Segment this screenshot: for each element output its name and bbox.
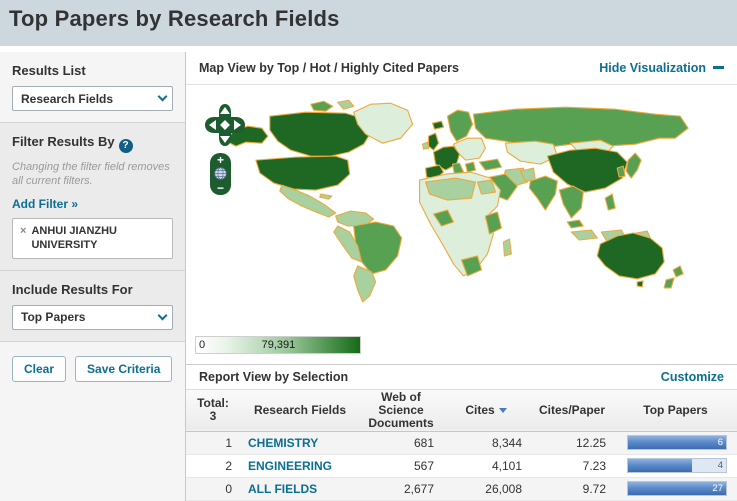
filter-note: Changing the filter field removes all cu… — [12, 160, 170, 188]
page: Top Papers by Research Fields Results Li… — [0, 0, 737, 501]
zoom-out-icon[interactable]: − — [217, 182, 224, 194]
row-field: ALL FIELDS — [240, 477, 360, 501]
clear-button[interactable]: Clear — [12, 355, 67, 382]
report-view-header: Report View by Selection Customize — [186, 364, 737, 389]
research-fields-header[interactable]: Research Fields — [240, 388, 360, 432]
filter-header-label: Filter Results By — [12, 134, 115, 149]
cites-header-label: Cites — [465, 402, 495, 417]
include-results-dropdown[interactable]: Top Papers — [12, 304, 173, 330]
results-list-value: Research Fields — [21, 91, 114, 106]
chevron-down-icon — [157, 91, 168, 102]
field-link[interactable]: ALL FIELDS — [248, 482, 317, 496]
map-pan-control[interactable] — [202, 103, 248, 147]
sidebar: Results List Research Fields Filter Resu… — [0, 52, 186, 501]
sort-desc-icon — [498, 407, 507, 413]
map-zoom-control[interactable]: + − — [210, 152, 231, 195]
top-papers-bar-fill — [628, 436, 726, 450]
report-view-title: Report View by Selection — [199, 370, 349, 385]
zoom-in-icon[interactable]: + — [217, 154, 224, 166]
filter-section: Filter Results By? Changing the filter f… — [0, 122, 185, 270]
map-legend: 0 79,391 — [195, 336, 361, 355]
content: Results List Research Fields Filter Resu… — [0, 52, 737, 501]
report-table: Total: 3 Research Fields Web of Science … — [186, 388, 737, 501]
filter-header: Filter Results By? — [12, 134, 173, 153]
top-papers-bar: 6 — [627, 435, 727, 451]
top-papers-bar-fill — [628, 459, 692, 473]
row-field: ENGINEERING — [240, 454, 360, 478]
include-results-label: Include Results For — [12, 281, 133, 297]
row-cites-per-paper: 7.23 — [530, 454, 614, 478]
filter-tag-label: ANHUI JIANZHU UNIVERSITY — [31, 225, 117, 252]
table-header-row: Total: 3 Research Fields Web of Science … — [186, 388, 737, 432]
top-papers-bar: 4 — [627, 458, 727, 474]
row-cites: 26,008 — [442, 477, 530, 501]
row-cites-per-paper: 9.72 — [530, 477, 614, 501]
results-list-label: Results List — [12, 63, 86, 78]
table-row: 1 CHEMISTRY 681 8,344 12.25 6 — [186, 431, 737, 455]
customize-link[interactable]: Customize — [661, 370, 724, 384]
table-row: 2 ENGINEERING 567 4,101 7.23 4 — [186, 454, 737, 478]
world-map[interactable]: + − 0 79,391 — [186, 84, 737, 365]
page-title: Top Papers by Research Fields — [9, 6, 340, 31]
titlebar: Top Papers by Research Fields — [0, 0, 737, 46]
cites-header-sorted[interactable]: Cites — [442, 388, 530, 432]
world-map-svg — [225, 99, 689, 302]
sidebar-buttons-section: Clear Save Criteria — [0, 340, 185, 501]
globe-icon[interactable] — [214, 167, 227, 180]
cites-per-paper-header[interactable]: Cites/Paper — [530, 388, 614, 432]
map-view-header: Map View by Top / Hot / Highly Cited Pap… — [186, 52, 737, 85]
results-list-section: Results List Research Fields — [0, 52, 185, 122]
top-papers-value: 4 — [717, 460, 723, 472]
top-papers-value: 6 — [717, 437, 723, 449]
include-results-section: Include Results For Top Papers — [0, 269, 185, 341]
field-link[interactable]: ENGINEERING — [248, 459, 332, 473]
row-cites: 4,101 — [442, 454, 530, 478]
add-filter-link[interactable]: Add Filter » — [12, 197, 78, 211]
help-icon[interactable]: ? — [118, 138, 133, 153]
map-view-title: Map View by Top / Hot / Highly Cited Pap… — [199, 60, 459, 75]
row-cites: 8,344 — [442, 431, 530, 455]
row-wos-docs: 2,677 — [360, 477, 442, 501]
top-papers-value: 27 — [712, 483, 723, 495]
remove-filter-icon[interactable]: × — [20, 225, 26, 237]
results-list-dropdown[interactable]: Research Fields — [12, 86, 173, 111]
hide-visualization-link[interactable]: Hide Visualization — [599, 61, 724, 75]
top-papers-bar-fill — [628, 482, 726, 496]
top-papers-bar: 27 — [627, 481, 727, 497]
wos-documents-header-line2: Documents — [368, 415, 434, 430]
include-results-value: Top Papers — [21, 310, 86, 325]
total-value: 3 — [209, 409, 217, 424]
row-cites-per-paper: 12.25 — [530, 431, 614, 455]
row-rank: 1 — [186, 431, 240, 455]
row-field: CHEMISTRY — [240, 431, 360, 455]
table-row: 0 ALL FIELDS 2,677 26,008 9.72 27 — [186, 477, 737, 501]
row-rank: 2 — [186, 454, 240, 478]
row-top-papers: 4 — [614, 454, 737, 478]
row-top-papers: 6 — [614, 431, 737, 455]
top-papers-header[interactable]: Top Papers — [614, 388, 737, 432]
legend-min-value: 0 — [199, 339, 206, 352]
row-wos-docs: 681 — [360, 431, 442, 455]
hide-visualization-label: Hide Visualization — [599, 60, 706, 75]
main-panel: Map View by Top / Hot / Highly Cited Pap… — [186, 52, 737, 501]
chevron-down-icon — [157, 310, 168, 321]
total-header: Total: 3 — [186, 388, 240, 432]
save-criteria-button[interactable]: Save Criteria — [75, 355, 173, 382]
minus-icon — [713, 66, 724, 70]
legend-max-value: 79,391 — [261, 339, 296, 352]
row-wos-docs: 567 — [360, 454, 442, 478]
row-top-papers: 27 — [614, 477, 737, 501]
wos-documents-header[interactable]: Web of Science Documents — [360, 388, 442, 432]
field-link[interactable]: CHEMISTRY — [248, 436, 318, 450]
filter-tag: × ANHUI JIANZHU UNIVERSITY — [12, 218, 173, 259]
wos-documents-header-line1: Web of Science — [378, 389, 424, 417]
row-rank: 0 — [186, 477, 240, 501]
